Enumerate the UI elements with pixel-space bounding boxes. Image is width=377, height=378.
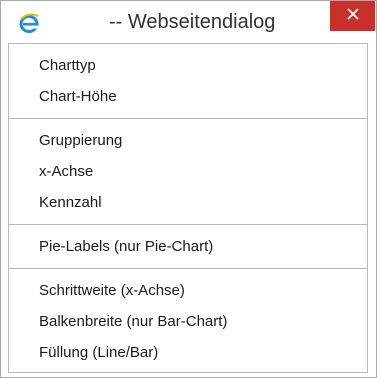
menu-group-pie: Pie-Labels (nur Pie-Chart) — [9, 225, 367, 269]
menu-item-x-achse[interactable]: x-Achse — [9, 156, 367, 187]
menu-item-pie-labels[interactable]: Pie-Labels (nur Pie-Chart) — [9, 231, 367, 262]
menu-item-balkenbreite[interactable]: Balkenbreite (nur Bar-Chart) — [9, 306, 367, 337]
title-bar[interactable]: -- Webseitendialog — [1, 1, 376, 43]
menu-item-gruppierung[interactable]: Gruppierung — [9, 125, 367, 156]
menu-item-kennzahl[interactable]: Kennzahl — [9, 187, 367, 218]
menu-item-fuellung[interactable]: Füllung (Line/Bar) — [9, 337, 367, 368]
window-title: -- Webseitendialog — [109, 11, 276, 33]
close-button[interactable] — [330, 1, 375, 31]
menu-item-chart-hoehe[interactable]: Chart-Höhe — [9, 81, 367, 112]
menu-group-style: Schrittweite (x-Achse) Balkenbreite (nur… — [9, 269, 367, 374]
menu-panel: Charttyp Chart-Höhe Gruppierung x-Achse … — [8, 43, 368, 373]
menu-group-data: Gruppierung x-Achse Kennzahl — [9, 119, 367, 225]
internet-explorer-icon — [19, 13, 39, 33]
menu-item-charttyp[interactable]: Charttyp — [9, 50, 367, 81]
menu-group-chart: Charttyp Chart-Höhe — [9, 44, 367, 119]
dialog-window: -- Webseitendialog Charttyp Chart-Höhe G… — [0, 0, 377, 378]
menu-item-schrittweite[interactable]: Schrittweite (x-Achse) — [9, 275, 367, 306]
close-icon — [346, 7, 359, 25]
